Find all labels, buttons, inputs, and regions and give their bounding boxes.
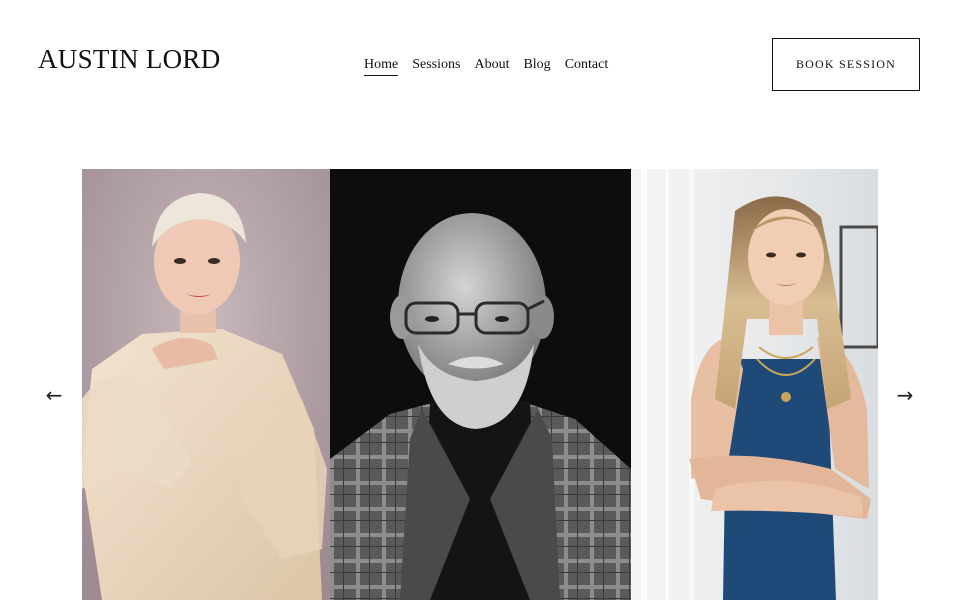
gallery-slide-2[interactable] (330, 169, 631, 600)
nav-blog[interactable]: Blog (523, 57, 550, 76)
page: AUSTIN LORD Home Sessions About Blog Con… (0, 0, 960, 600)
nav-contact[interactable]: Contact (565, 57, 609, 76)
gallery-slide-1[interactable] (82, 169, 330, 600)
nav-about[interactable]: About (474, 57, 509, 76)
nav-sessions[interactable]: Sessions (412, 57, 460, 76)
brand-logo[interactable]: AUSTIN LORD (38, 44, 221, 75)
main-nav: Home Sessions About Blog Contact (364, 57, 608, 76)
arrow-right-icon[interactable]: → (892, 380, 918, 410)
gallery-slide-3[interactable] (631, 169, 878, 600)
portrait-image-2 (330, 169, 631, 600)
book-session-button[interactable]: BOOK SESSION (772, 38, 920, 91)
nav-home[interactable]: Home (364, 57, 399, 76)
portrait-image-3 (631, 169, 878, 600)
portrait-gallery (82, 169, 878, 600)
portrait-image-1 (82, 169, 330, 600)
arrow-left-icon[interactable]: ← (41, 380, 67, 410)
